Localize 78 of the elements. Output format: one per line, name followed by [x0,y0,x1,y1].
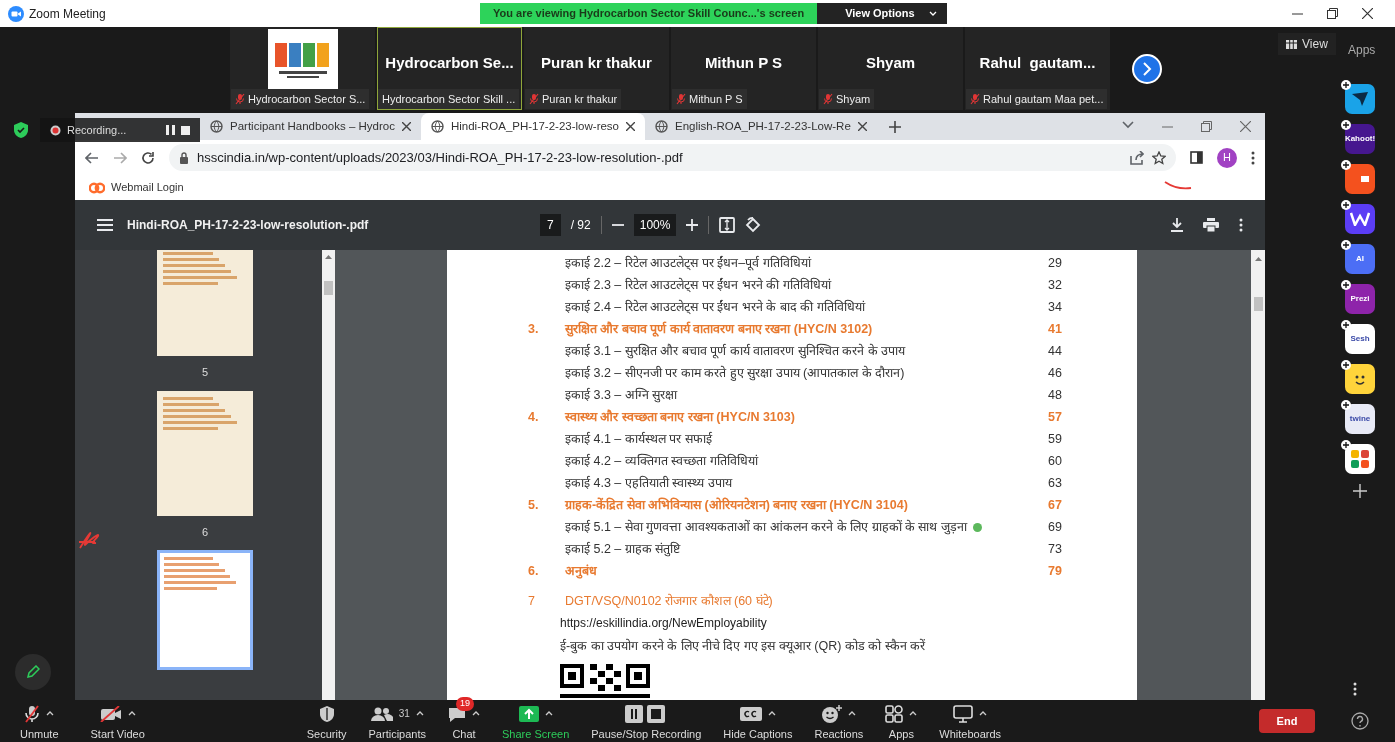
toc-entry[interactable]: इकाई 3.3 – अग्नि सुरक्षा [565,385,678,405]
page-number-field[interactable]: 7 [540,214,561,236]
page-label: 6 [201,524,209,540]
page-number: 79 [1048,562,1063,580]
toolbar-button[interactable]: Security [300,700,353,742]
toc-entry[interactable]: इकाई 3.1 – सुरक्षित और बचाव पूर्ण कार्य वातावरण सुनिश्चित करने के उपाय [565,341,905,361]
list-number: 3. [528,321,539,336]
page-number: 63 [1048,474,1063,492]
toolbar-button[interactable]: Whiteboards [933,700,1008,742]
toolbar-button[interactable]: Hide Captions [717,700,799,742]
toc-entry[interactable]: इकाई 4.2 – व्यक्तिगत स्वच्छता गतिविधियां [565,451,758,471]
toc-entry[interactable]: इकाई 4.1 – कार्यस्थल पर सफाई [565,429,712,449]
bookmark[interactable]: Webmail Login [89,179,184,196]
unread-badge: 19 [456,697,474,711]
list-number: 6. [528,563,539,578]
recording-status: Recording... [67,122,127,138]
page-number: 44 [1048,342,1063,360]
toolbar-button[interactable]: Apps [879,700,924,742]
link[interactable]: https://eskillindia.org/NewEmployability [560,616,767,630]
page-number: 57 [1048,408,1063,426]
participant-label: Hydrocarbon Sector S... [248,91,366,107]
toc-entry[interactable]: इकाई 2.4 – रिटेल आउटलेट्स पर ईंधन भरने के बाद की गतिविधियां [565,297,865,317]
toolbar-button[interactable]: 19 Chat [442,700,486,742]
participant-count: 31 [398,707,410,721]
browser-tab[interactable]: Hindi-ROA_PH-17-2-23-low-reso [420,113,645,140]
list-number: 5. [528,497,539,512]
list-number: 7 [527,592,536,610]
toolbar-button[interactable]: Start Video [84,700,151,742]
page-number: 34 [1048,298,1063,316]
toolbar-button[interactable]: Reactions [808,700,870,742]
page-number: 60 [1048,452,1063,470]
url-text: hsscindia.in/wp-content/uploads/2023/03/Hindi-ROA_PH-17-2-23-low-resolution-.pdf [197,148,684,167]
end-button[interactable]: End [1259,709,1315,733]
page-number: 69 [1048,518,1063,536]
participant-label: Mithun P S [689,91,743,107]
participant-name: Hydrocarbon Se... [385,53,514,74]
apps-label: Apps [1348,42,1376,59]
page-number: 48 [1048,386,1063,404]
page-total: / 92 [570,217,591,234]
page-number: 32 [1048,276,1063,294]
participant-name: Mithun P S [704,53,783,74]
page-label: 5 [201,365,209,380]
list-number: 4. [528,409,539,424]
toc-entry[interactable]: इकाई 3.2 – सीएनजी पर काम करते हुए सुरक्षा उपाय (आपातकाल के दौरान) [565,363,905,383]
pdf-filename: Hindi-ROA_PH-17-2-23-low-resolution-.pdf [127,217,369,234]
address-bar[interactable]: hsscindia.in/wp-content/uploads/2023/03/Hindi-ROA_PH-17-2-23-low-resolution-.pdf [169,144,1176,171]
toc-entry[interactable]: इकाई 2.3 – रिटेल आउटलेट्स पर ईंधन भरने की गतिविधियां [565,275,831,295]
page-number: 29 [1048,254,1063,272]
instruction-text: ई-बुक का उपयोग करने के लिए नीचे दिए गए इस क्यूआर (QR) कोड को स्कैन करें [560,639,926,653]
participant-label: Hydrocarbon Sector Skill ... [382,91,516,107]
participant-name: Rahul gautam... [979,53,1096,74]
page-number: 67 [1048,496,1063,514]
toc-entry[interactable]: इकाई 4.3 – एहतियाती स्वास्थ्य उपाय [565,473,732,493]
page-number: 73 [1048,540,1063,558]
zoom-level-field[interactable]: 100% [633,214,677,236]
page-number: 46 [1048,364,1063,382]
participant-label: Rahul gautam Maa pet... [983,91,1104,107]
profile-avatar[interactable]: H [1217,147,1237,168]
participant-label: Puran kr thakur [542,91,618,107]
share-banner: You are viewing Hydrocarbon Sector Skill Counc...'s screen [480,3,818,24]
toc-entry[interactable]: इकाई 2.2 – रिटेल आउटलेट्स पर ईंधन–पूर्व गतिविधियां [565,253,811,273]
section-heading: DGT/VSQ/N0102 रोजगार कौशल (60 घंटे) [565,592,773,610]
page-number: 41 [1048,320,1063,338]
window-title: Zoom Meeting [29,5,106,23]
toc-entry[interactable]: इकाई 5.1 – सेवा गुणवत्ता आवश्यकताओं का आंकलन करने के लिए ग्राहकों के साथ जुड़ना [565,517,967,537]
view-options-button[interactable]: View Options [817,3,947,24]
toc-entry[interactable]: इकाई 5.2 – ग्राहक संतुष्टि [565,539,681,559]
participant-label: Shyam [836,91,871,107]
toolbar-button[interactable]: Unmute [14,700,65,742]
browser-tab[interactable]: Participant Handbooks – Hydroc [200,113,421,140]
toolbar-button[interactable]: 31 Participants [362,700,432,742]
toolbar-button[interactable]: Pause/Stop Recording [585,700,708,742]
page-number: 59 [1048,430,1063,448]
participant-name: Shyam [865,53,916,74]
participant-name: Puran kr thakur [541,53,652,74]
toolbar-button[interactable]: Share Screen [496,700,576,742]
browser-tab[interactable]: English-ROA_PH-17-2-23-Low-Re [645,113,877,140]
view-button[interactable]: View [1278,33,1336,55]
